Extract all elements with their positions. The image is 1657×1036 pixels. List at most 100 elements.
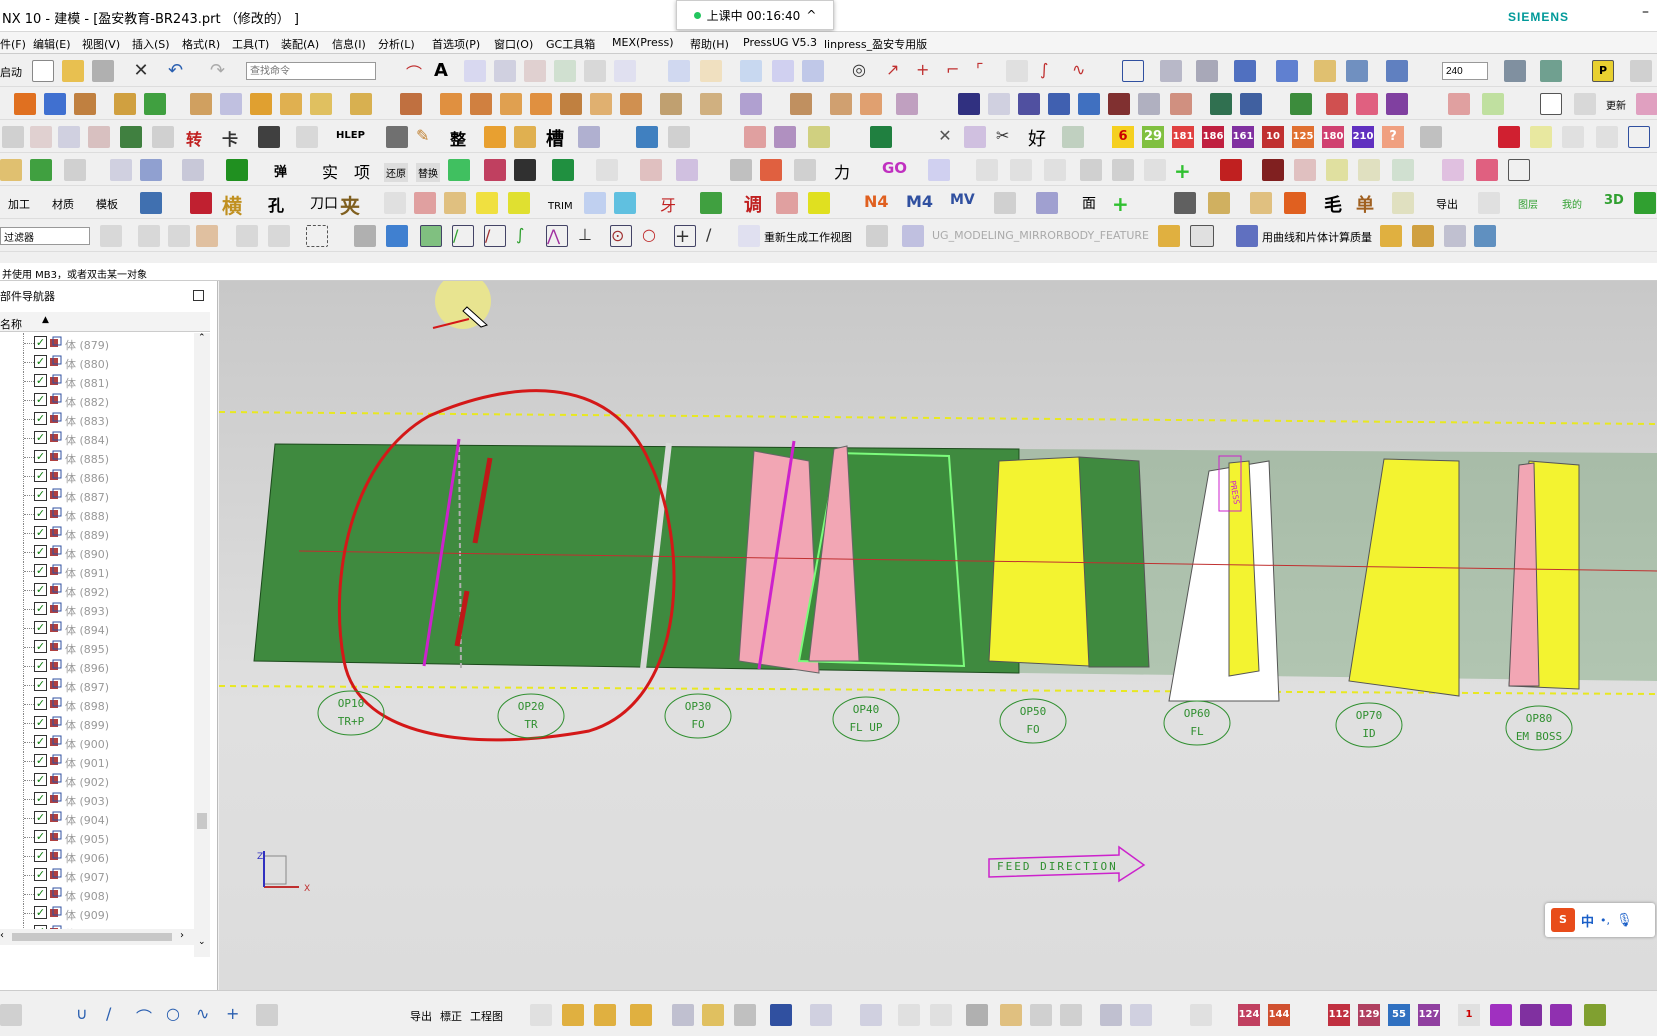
misc-3-icon[interactable] — [1596, 126, 1618, 148]
wrench-icon[interactable]: ✎ — [416, 126, 438, 148]
lock-block-icon[interactable] — [1386, 93, 1408, 115]
plus-2-icon[interactable]: + — [1112, 192, 1134, 216]
tree-node[interactable]: ✓ 体 (883) — [0, 409, 194, 429]
slash-icon[interactable] — [1478, 192, 1500, 214]
green-flag-icon[interactable] — [226, 159, 248, 181]
snap-bounded-icon[interactable]: / — [706, 225, 728, 247]
cut-icon[interactable] — [744, 126, 766, 148]
purple-tile-2-icon[interactable] — [1520, 1004, 1542, 1026]
standard-2-button[interactable]: 標正 — [440, 1008, 462, 1024]
hide-icon[interactable] — [928, 159, 950, 181]
shoe-icon[interactable] — [500, 93, 522, 115]
tree-node[interactable]: ✓ 体 (880) — [0, 352, 194, 372]
yellow-shape-icon[interactable] — [476, 192, 498, 214]
menu-view[interactable]: 视图(V) — [82, 36, 120, 52]
spring-button[interactable]: 弹 — [274, 161, 287, 180]
sogou-s-icon[interactable]: S — [1551, 908, 1575, 932]
material-icon[interactable] — [1062, 126, 1084, 148]
sort-ascending-icon[interactable]: ▲ — [42, 315, 49, 325]
tree-node[interactable]: ✓ 体 (887) — [0, 485, 194, 505]
menu-insert[interactable]: 插入(S) — [132, 36, 170, 52]
tree-node[interactable]: ✓ 体 (895) — [0, 637, 194, 657]
ime-toolbar[interactable]: S 中 •, 🎙 — [1545, 903, 1655, 937]
diamond-2-icon[interactable] — [1412, 225, 1434, 247]
constraint-2-icon[interactable] — [702, 1004, 724, 1026]
red-cube-icon[interactable] — [190, 192, 212, 214]
open-folder-icon[interactable] — [62, 60, 84, 82]
wireframe-icon[interactable] — [1196, 60, 1218, 82]
circle-icon[interactable]: ○ — [166, 1004, 188, 1026]
pen-icon[interactable] — [448, 159, 470, 181]
tree-node[interactable]: ✓ 体 (905) — [0, 827, 194, 847]
horizontal-scrollbar[interactable]: ‹ › — [0, 929, 194, 945]
block-icon[interactable] — [74, 93, 96, 115]
visibility-checkbox[interactable]: ✓ — [34, 583, 47, 596]
visibility-checkbox[interactable]: ✓ — [34, 488, 47, 501]
material-button[interactable]: 材质 — [52, 196, 74, 212]
hourglass-icon[interactable] — [1036, 192, 1058, 214]
snap-intersect-icon[interactable]: ⋀ — [546, 225, 568, 247]
punch-icon[interactable] — [400, 93, 422, 115]
visibility-checkbox[interactable]: ✓ — [34, 431, 47, 444]
close-icon[interactable]: ✕ — [130, 60, 152, 82]
outline-icon[interactable] — [1010, 159, 1032, 181]
flag-icon[interactable] — [870, 126, 892, 148]
tree-node[interactable]: ✓ 体 (884) — [0, 428, 194, 448]
burr-button[interactable]: 毛 — [1324, 191, 1342, 217]
visibility-checkbox[interactable]: ✓ — [34, 526, 47, 539]
update-button[interactable]: 更新 — [1606, 97, 1626, 112]
help-button[interactable]: HLEP — [336, 130, 365, 141]
n4-button[interactable]: N4 — [864, 192, 889, 211]
view-iso-icon[interactable] — [1234, 60, 1256, 82]
tile-124[interactable]: 124 — [1238, 1004, 1260, 1026]
grid-3-icon[interactable] — [1174, 192, 1196, 214]
visibility-checkbox[interactable]: ✓ — [34, 830, 47, 843]
wedge-icon[interactable] — [350, 93, 372, 115]
shape-2-icon[interactable] — [444, 192, 466, 214]
pin-icon[interactable] — [220, 93, 242, 115]
tree-node[interactable]: ✓ 体 (909) — [0, 903, 194, 923]
lifter-icon[interactable] — [590, 93, 612, 115]
replace-icon[interactable] — [964, 126, 986, 148]
command-search-input[interactable] — [246, 62, 376, 80]
print-icon[interactable] — [92, 60, 114, 82]
maximize-icon[interactable] — [193, 290, 204, 301]
bridge-curve-icon[interactable] — [584, 60, 606, 82]
tile-1[interactable]: 1 — [1458, 1004, 1480, 1026]
ejector-icon[interactable] — [1018, 93, 1040, 115]
spacer-icon[interactable] — [1210, 93, 1232, 115]
strip-icon[interactable] — [1108, 93, 1130, 115]
3d-library-button[interactable]: 3D — [1604, 193, 1624, 208]
clean-icon[interactable] — [296, 126, 318, 148]
cube-icon[interactable] — [514, 126, 536, 148]
axis-icon[interactable] — [30, 126, 52, 148]
screw-icon[interactable] — [1048, 93, 1070, 115]
point-2-icon[interactable] — [196, 225, 218, 247]
restore-button[interactable]: 还原 — [384, 163, 408, 182]
tree-node[interactable]: ✓ 体 (896) — [0, 656, 194, 676]
offset-curve-icon[interactable] — [524, 60, 546, 82]
intersect-icon[interactable] — [802, 60, 824, 82]
op50-wall[interactable] — [1078, 456, 1150, 668]
clip-icon[interactable] — [1000, 1004, 1022, 1026]
m4-button[interactable]: M4 — [906, 192, 933, 211]
tree-node[interactable]: ✓ 体 (893) — [0, 599, 194, 619]
single-button[interactable]: 单 — [1356, 191, 1374, 217]
layer-settings-icon[interactable] — [1504, 60, 1526, 82]
extrude-icon[interactable] — [668, 60, 690, 82]
red-box-icon[interactable] — [1498, 126, 1520, 148]
display-icon[interactable] — [1508, 159, 1530, 181]
hex-icon[interactable] — [760, 159, 782, 181]
menu-assembly[interactable]: 装配(A) — [281, 36, 319, 52]
point-icon[interactable]: ◎ — [852, 60, 874, 82]
door-icon[interactable] — [776, 192, 798, 214]
visibility-checkbox[interactable]: ✓ — [34, 906, 47, 919]
stepper-icon[interactable] — [596, 159, 618, 181]
dropdown-box-icon[interactable] — [1190, 225, 1214, 247]
visibility-checkbox[interactable]: ✓ — [34, 412, 47, 425]
export-button[interactable]: 导出 — [1436, 196, 1458, 212]
visibility-checkbox[interactable]: ✓ — [34, 621, 47, 634]
num-tile-10[interactable]: 10 — [1262, 126, 1284, 148]
init-icon[interactable] — [1358, 159, 1380, 181]
tile-55[interactable]: 55 — [1388, 1004, 1410, 1026]
